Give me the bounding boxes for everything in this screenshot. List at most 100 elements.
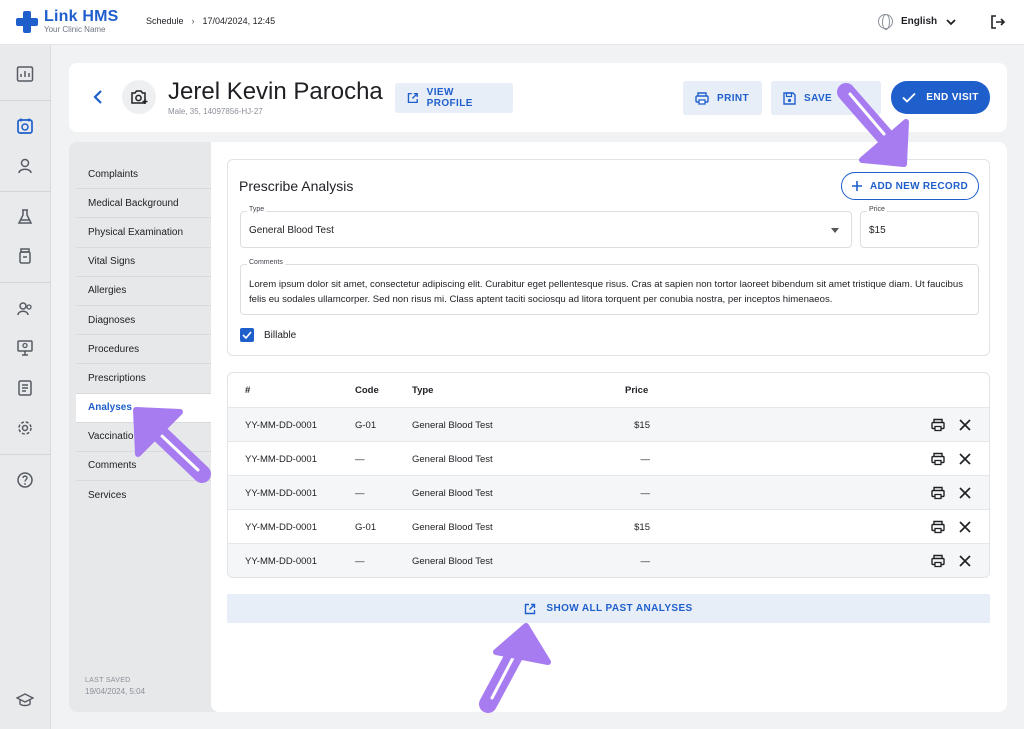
end-visit-button[interactable]: END VISIT [891,81,990,114]
top-bar: Link HMS Your Clinic Name Schedule › 17/… [0,0,1024,45]
medicine-bottle-icon[interactable] [14,245,36,267]
patient-name: Jerel Kevin Parocha [168,78,383,105]
table-row[interactable]: YY-MM-DD-0001 — General Blood Test — [228,475,989,509]
save-label: SAVE [804,92,833,104]
cell-type: General Blood Test [412,522,493,533]
print-row-icon[interactable] [931,418,945,432]
nav-item-comments[interactable]: Comments [76,452,211,482]
logout-icon[interactable] [990,14,1006,30]
delete-row-icon[interactable] [958,418,972,432]
brand-name: Link HMS [44,8,119,25]
flask-icon[interactable] [14,206,36,228]
nav-item-services[interactable]: Services [76,481,211,510]
brand-logo[interactable]: Link HMS Your Clinic Name [16,9,119,35]
nav-item-medical-background[interactable]: Medical Background [76,189,211,219]
graduation-cap-icon[interactable] [14,689,36,711]
table-row[interactable]: YY-MM-DD-0001 — General Blood Test — [228,543,989,577]
column-header-id: # [245,385,251,396]
settings-gear-icon[interactable] [14,417,36,439]
billable-checkbox[interactable] [240,328,254,342]
dashboard-icon[interactable] [14,63,36,85]
delete-row-icon[interactable] [958,520,972,534]
price-label: Price [867,206,887,213]
nav-item-diagnoses[interactable]: Diagnoses [76,306,211,336]
open-external-icon [525,603,536,614]
type-value: General Blood Test [249,225,334,236]
table-row[interactable]: YY-MM-DD-0001 — General Blood Test — [228,441,989,475]
column-header-type: Type [412,385,434,396]
language-label: English [901,16,938,27]
breadcrumb-section[interactable]: Schedule [146,16,184,26]
nav-item-vaccinations[interactable]: Vaccinatio [76,423,211,452]
nav-item-analyses[interactable]: Analyses [76,393,211,423]
print-row-icon[interactable] [931,452,945,466]
printer-icon [695,91,709,105]
cell-id: YY-MM-DD-0001 [245,522,317,533]
cell-code: — [355,488,365,499]
delete-row-icon[interactable] [958,554,972,568]
nav-item-prescriptions[interactable]: Prescriptions [76,364,211,394]
plus-icon [851,181,862,191]
table-row[interactable]: YY-MM-DD-0001 G-01 General Blood Test $1… [228,407,989,441]
card-title: Prescribe Analysis [239,178,354,194]
cell-price: — [640,556,651,567]
add-new-record-button[interactable]: ADD NEW RECORD [841,172,979,200]
checkmark-icon [242,331,252,339]
language-selector[interactable]: English [878,14,957,30]
help-icon[interactable] [14,469,36,491]
price-value: $15 [869,225,886,236]
delete-row-icon[interactable] [958,486,972,500]
last-saved-label: LAST SAVED [85,677,131,684]
cell-type: General Blood Test [412,454,493,465]
print-row-icon[interactable] [931,554,945,568]
doctors-icon[interactable] [14,298,36,320]
monitor-user-icon[interactable] [14,337,36,359]
print-label: PRINT [717,92,749,104]
delete-row-icon[interactable] [958,452,972,466]
nav-item-complaints[interactable]: Complaints [76,160,211,190]
comments-field[interactable]: Comments Lorem ipsum dolor sit amet, con… [240,259,979,315]
print-button[interactable]: PRINT [683,81,762,115]
user-icon[interactable] [14,155,36,177]
cell-price: $15 [634,420,650,431]
nav-item-vital-signs[interactable]: Vital Signs [76,248,211,277]
breadcrumb-datetime: 17/04/2024, 12:45 [202,16,276,26]
cell-code: G-01 [355,420,377,431]
cell-price: $15 [634,522,650,533]
nav-item-allergies[interactable]: Allergies [76,277,211,306]
type-select[interactable]: Type General Blood Test [240,206,852,248]
nav-item-physical-examination[interactable]: Physical Examination [76,218,211,248]
checkmark-icon [902,92,916,103]
cell-price: — [640,488,651,499]
add-photo-button[interactable] [122,80,156,114]
report-icon[interactable] [14,377,36,399]
dropdown-caret-icon [831,228,839,233]
analyses-table: # Code Type Price YY-MM-DD-0001 G-01 Gen… [227,372,990,578]
show-all-past-analyses-button[interactable]: SHOW ALL PAST ANALYSES [227,594,990,623]
logo-cross-icon [16,11,38,33]
print-row-icon[interactable] [931,520,945,534]
cell-id: YY-MM-DD-0001 [245,454,317,465]
patient-header: Jerel Kevin Parocha Male, 35, 14097856-H… [69,63,1007,132]
comments-label: Comments [247,259,285,266]
comments-value: Lorem ipsum dolor sit amet, consectetur … [249,279,964,305]
end-visit-label: END VISIT [926,92,979,103]
save-button[interactable]: SAVE [771,81,881,115]
back-arrow-icon[interactable] [91,89,105,105]
globe-icon [878,14,893,30]
nav-item-procedures[interactable]: Procedures [76,335,211,365]
column-header-price: Price [625,385,649,396]
table-row[interactable]: YY-MM-DD-0001 G-01 General Blood Test $1… [228,509,989,543]
cell-code: — [355,454,365,465]
camera-plus-icon [131,90,148,104]
cell-code: G-01 [355,522,377,533]
cell-type: General Blood Test [412,488,493,499]
view-profile-label: VIEW PROFILE [426,87,473,109]
calendar-clock-icon[interactable] [14,115,36,137]
cell-type: General Blood Test [412,556,493,567]
cell-id: YY-MM-DD-0001 [245,488,317,499]
view-profile-button[interactable]: VIEW PROFILE [395,83,513,113]
price-field[interactable]: Price $15 [860,206,979,248]
add-new-record-label: ADD NEW RECORD [869,180,969,192]
print-row-icon[interactable] [931,486,945,500]
